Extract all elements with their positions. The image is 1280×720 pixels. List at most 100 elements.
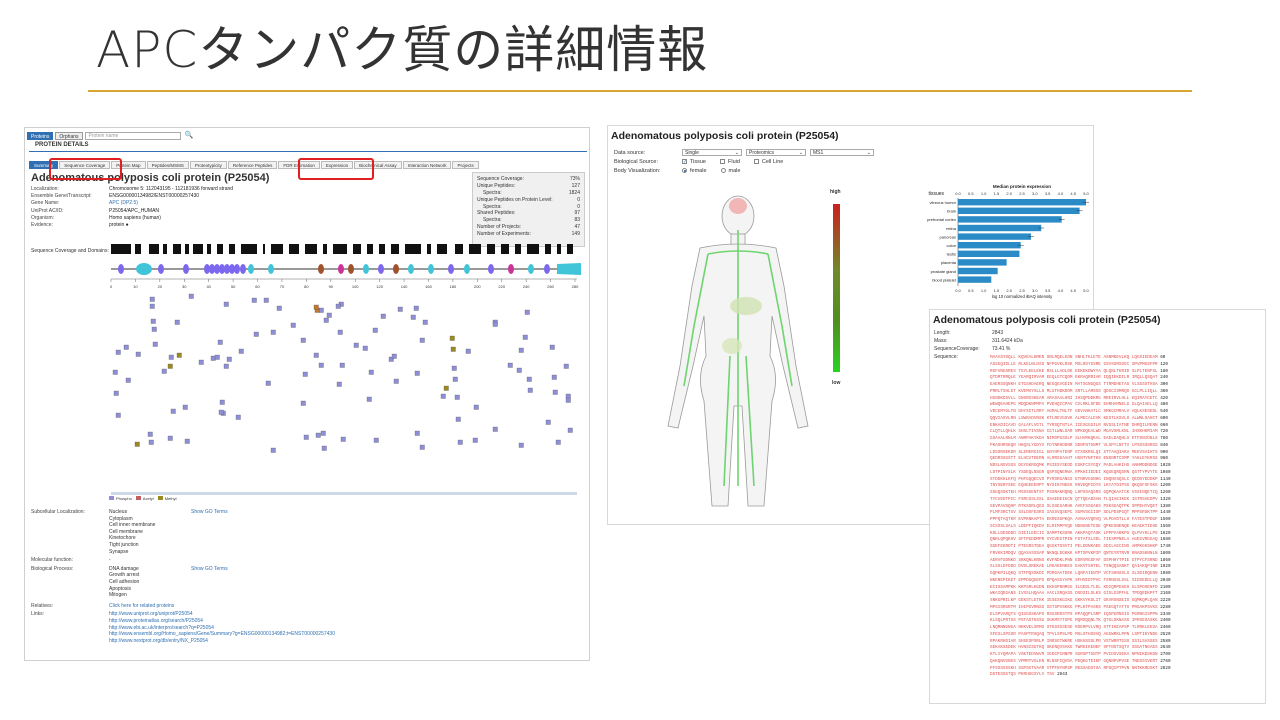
body-visualization-option[interactable]: male (720, 168, 740, 174)
domain-mark[interactable] (408, 264, 414, 274)
peptide-mark[interactable] (518, 442, 524, 448)
biological-source-option[interactable]: ✓ Tissue (682, 159, 706, 165)
female-body-figure[interactable] (638, 186, 838, 516)
peptide-mark[interactable] (270, 447, 276, 453)
peptide-mark[interactable] (366, 396, 372, 402)
sequence-coverage-viz[interactable]: 0 10 20 30 40 50 60 70 80 90 100 120 140 160 180 200 220… (109, 244, 585, 504)
peptide-mark[interactable] (113, 390, 119, 396)
data-source-select[interactable]: Single ⌄ (682, 149, 742, 156)
peptide-mark[interactable] (457, 439, 463, 445)
domain-mark[interactable] (248, 264, 254, 274)
peptide-mark[interactable] (318, 307, 324, 313)
peptide-mark[interactable] (290, 322, 296, 328)
peptide-mark[interactable] (238, 348, 244, 354)
peptide-mark[interactable] (526, 376, 532, 382)
peptide-mark[interactable] (419, 444, 425, 450)
peptide-mark[interactable] (368, 369, 374, 375)
peptide-mark[interactable] (235, 414, 241, 420)
peptide-mark[interactable] (555, 439, 561, 445)
peptide-mark[interactable] (551, 374, 557, 380)
peptide-mark[interactable] (176, 352, 182, 358)
info-value[interactable]: APC (DP2.5) (109, 200, 138, 207)
peptide-mark[interactable] (518, 347, 524, 353)
peptide-mark[interactable] (362, 345, 368, 351)
domain-mark[interactable] (393, 264, 399, 274)
peptide-mark[interactable] (147, 431, 153, 437)
peptide-mark[interactable] (336, 381, 342, 387)
peptide-mark[interactable] (449, 335, 455, 341)
peptide-mark[interactable] (565, 397, 571, 403)
external-link[interactable]: http://www.ebi.ac.uk/interpro/search?q=P… (109, 625, 335, 632)
protein-search-input[interactable]: Protein name (84, 132, 181, 140)
checkbox[interactable] (720, 159, 725, 164)
peptide-mark[interactable] (265, 380, 271, 386)
biological-source-option[interactable]: Cell Line (753, 159, 783, 165)
external-link[interactable]: http://www.ensembl.org/Homo_sapiens/Gene… (109, 631, 335, 638)
relatives-link[interactable]: Click here for related proteins (109, 603, 174, 610)
peptide-mark[interactable] (315, 432, 321, 438)
peptide-mark[interactable] (380, 313, 386, 319)
domain-mark[interactable] (234, 264, 240, 274)
tab-proteins[interactable]: Proteins (27, 132, 54, 140)
peptide-mark[interactable] (125, 377, 131, 383)
external-link[interactable]: http://www.proteinatlas.org/search/P2505… (109, 618, 335, 625)
peptide-mark[interactable] (168, 354, 174, 360)
peptide-mark[interactable] (393, 378, 399, 384)
peptide-mark[interactable] (182, 404, 188, 410)
peptide-mark[interactable] (198, 359, 204, 365)
ms-level-select[interactable]: MS1 ⌄ (810, 149, 874, 156)
peptide-mark[interactable] (188, 293, 194, 299)
peptide-mark[interactable] (167, 435, 173, 441)
peptide-mark[interactable] (318, 362, 324, 368)
checkbox[interactable] (753, 159, 759, 164)
domain-mark-end[interactable] (557, 263, 581, 275)
domain-mark[interactable] (508, 264, 514, 274)
peptide-mark[interactable] (313, 304, 319, 310)
omics-select[interactable]: Proteomics ⌄ (746, 149, 806, 156)
peptide-mark[interactable] (455, 416, 461, 422)
peptide-mark[interactable] (134, 441, 140, 447)
domain-mark[interactable] (528, 264, 534, 274)
peptide-mark[interactable] (174, 319, 180, 325)
peptide-mark[interactable] (465, 348, 471, 354)
peptide-mark[interactable] (524, 309, 530, 315)
tab-orphans[interactable]: Orphans (55, 132, 83, 140)
peptide-mark[interactable] (184, 438, 190, 444)
peptide-mark[interactable] (218, 409, 224, 415)
external-link[interactable]: http://www.nextprot.org/db/entry/NX_P250… (109, 638, 335, 645)
peptide-mark[interactable] (149, 303, 155, 309)
peptide-mark[interactable] (422, 319, 428, 325)
peptide-mark[interactable] (148, 439, 154, 445)
peptide-mark[interactable] (223, 301, 229, 307)
peptide-mark[interactable] (253, 331, 259, 337)
peptide-mark[interactable] (150, 318, 156, 324)
domain-mark[interactable] (338, 264, 344, 274)
radio-button[interactable] (682, 168, 687, 173)
domain-mark[interactable] (378, 264, 384, 274)
peptide-mark[interactable] (152, 341, 158, 347)
viz-scrollbar[interactable] (111, 492, 577, 495)
show-go-terms-link[interactable]: Show GO Terms (191, 509, 228, 555)
peptide-mark[interactable] (522, 334, 528, 340)
peptide-mark[interactable] (372, 327, 378, 333)
peptide-mark[interactable] (276, 305, 282, 311)
peptide-mark[interactable] (492, 426, 498, 432)
peptide-mark[interactable] (123, 344, 129, 350)
peptide-mark[interactable] (451, 365, 457, 371)
peptide-mark[interactable] (545, 419, 551, 425)
peptide-mark[interactable] (223, 363, 229, 369)
peptide-mark[interactable] (320, 430, 326, 436)
peptide-mark[interactable] (397, 306, 403, 312)
peptide-mark[interactable] (210, 355, 216, 361)
peptide-mark[interactable] (303, 434, 309, 440)
peptide-mark[interactable] (226, 356, 232, 362)
peptide-mark[interactable] (414, 370, 420, 376)
domain-mark[interactable] (240, 264, 246, 274)
body-visualization-option[interactable]: female (682, 168, 707, 174)
tab-4[interactable]: Proteotypicity (189, 161, 227, 169)
domain-mark[interactable] (363, 264, 369, 274)
peptide-mark[interactable] (516, 367, 522, 373)
peptide-mark[interactable] (270, 329, 276, 335)
peptide-mark[interactable] (527, 387, 533, 393)
peptide-mark[interactable] (219, 399, 225, 405)
